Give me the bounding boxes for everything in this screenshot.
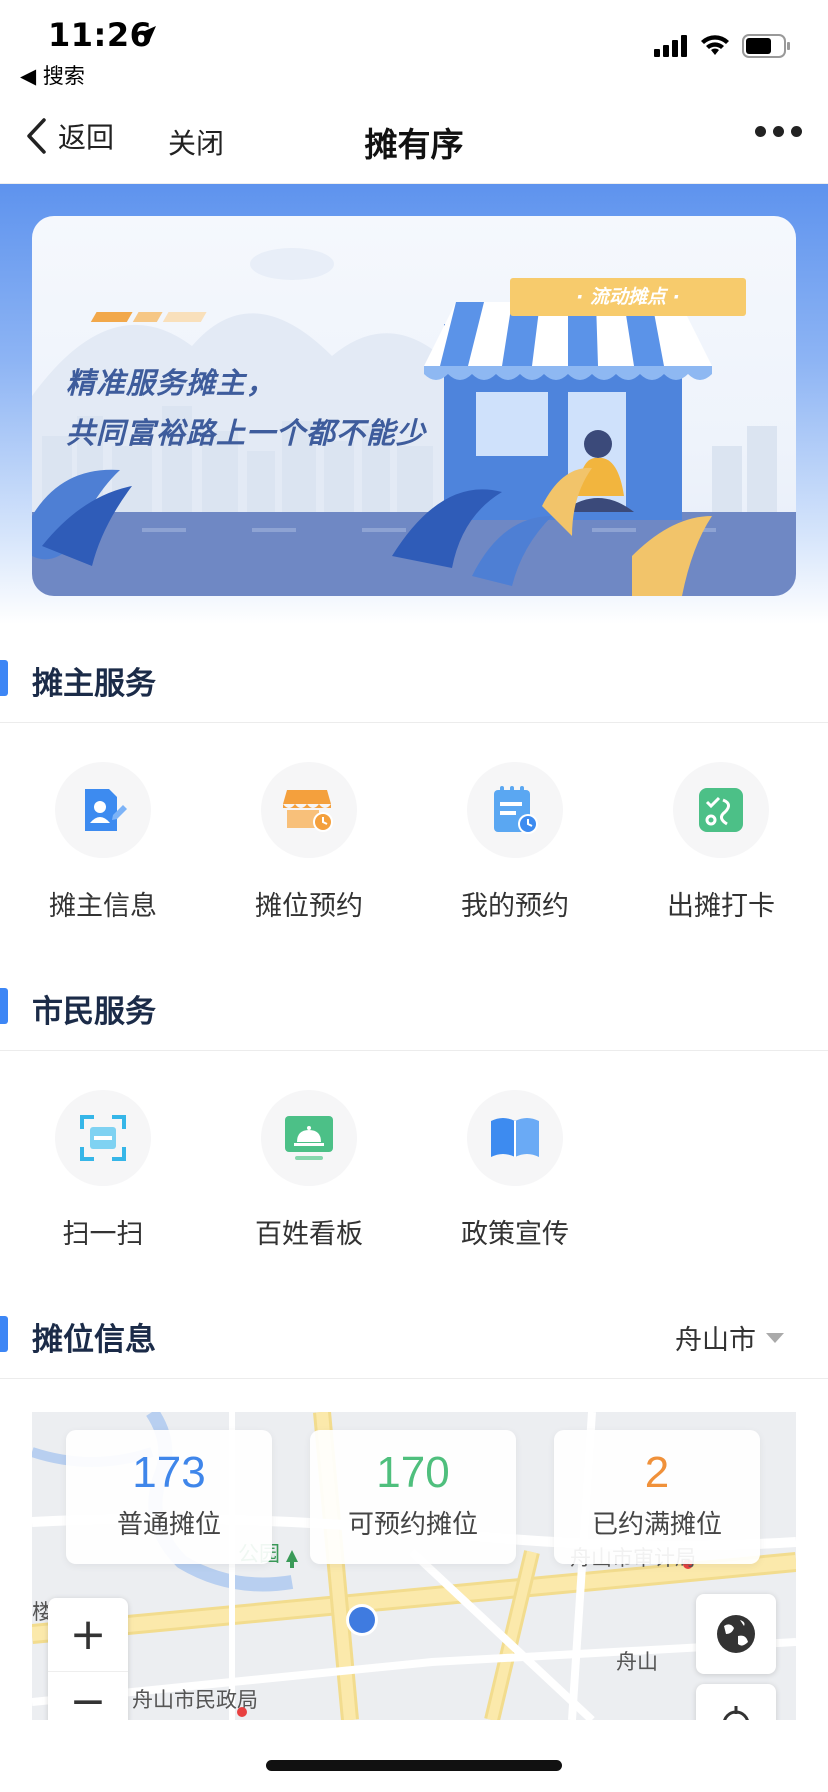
check-in-label: 出摊打卡 (667, 891, 775, 922)
map-label-zhou: 舟山 (616, 1650, 658, 1674)
more-dot-icon (773, 126, 784, 137)
layers-button[interactable] (696, 1594, 776, 1674)
crosshair-icon (723, 1706, 749, 1720)
stat-card-full: 2 已约满摊位 (554, 1430, 760, 1564)
dashboard-label: 百姓看板 (255, 1219, 363, 1250)
stall-info-title: 摊位信息 (32, 1322, 156, 1358)
stat-full-label: 已约满摊位 (591, 1510, 722, 1540)
citizen-services-title: 市民服务 (32, 994, 156, 1030)
locate-button[interactable] (696, 1684, 776, 1720)
more-dot-icon (791, 126, 802, 137)
wifi-icon (701, 35, 729, 55)
section-accent-bar (0, 660, 8, 696)
divider (0, 1378, 828, 1379)
section-accent-bar (0, 1316, 8, 1352)
vendor-info-button[interactable]: 摊主信息 (23, 762, 183, 923)
battery-icon (742, 34, 790, 58)
stall-booking-label: 摊位预约 (255, 891, 363, 922)
stat-bookable-value: 170 (376, 1448, 450, 1497)
more-options-button[interactable] (755, 126, 802, 137)
banner-sign: · 流动摊点 · (510, 278, 746, 316)
zoom-out-button[interactable]: − (48, 1672, 128, 1720)
caret-down-icon (766, 1332, 784, 1343)
stall-booking-button[interactable]: 摊位预约 (229, 762, 389, 923)
navigation-bar: 返回 关闭 摊有序 (0, 96, 828, 184)
location-arrow-icon (136, 24, 158, 50)
my-booking-button[interactable]: 我的预约 (435, 762, 595, 923)
vendor-info-label: 摊主信息 (49, 891, 157, 922)
banner-slogan-line2: 共同富裕路上一个都不能少 (66, 416, 427, 450)
close-button[interactable]: 关闭 (168, 122, 224, 162)
scan-label: 扫一扫 (62, 1219, 144, 1250)
policy-button[interactable]: 政策宣传 (435, 1090, 595, 1251)
globe-icon (717, 1615, 755, 1653)
stat-full-value: 2 (644, 1448, 670, 1497)
vendor-profile-icon (55, 762, 151, 858)
status-icons (654, 34, 792, 58)
dashboard-icon (261, 1090, 357, 1186)
banner-slogan-line1: 精准服务摊主， (66, 366, 277, 400)
vendor-services-header: 摊主服务 (0, 656, 828, 702)
vendor-services-title: 摊主服务 (32, 666, 156, 702)
scan-button[interactable]: 扫一扫 (23, 1090, 183, 1251)
bottom-safe-area (0, 1720, 828, 1792)
back-label: 返回 (58, 121, 115, 154)
divider (0, 1050, 828, 1051)
scan-icon (55, 1090, 151, 1186)
my-booking-label: 我的预约 (461, 891, 569, 922)
stat-regular-value: 173 (132, 1448, 206, 1497)
back-button[interactable]: 返回 (24, 116, 114, 156)
map-label-civil-affairs: 舟山市民政局 (132, 1688, 258, 1712)
back-to-app-link[interactable]: ◀ 搜索 (20, 60, 85, 90)
stall-booking-icon (261, 762, 357, 858)
check-in-button[interactable]: 出摊打卡 (641, 762, 801, 923)
signal-icon (654, 35, 687, 57)
home-indicator[interactable] (266, 1760, 562, 1771)
zoom-in-button[interactable]: + (48, 1598, 128, 1672)
section-accent-bar (0, 988, 8, 1024)
stat-card-regular: 173 普通摊位 (66, 1430, 272, 1564)
stall-map[interactable]: 舟山市民政局 舟山市审计局 公园 楼 舟山 173 普通摊位 170 可预约摊位… (32, 1412, 796, 1720)
banner-slogan: 精准服务摊主， 共同富裕路上一个都不能少 (66, 358, 426, 458)
policy-book-icon (467, 1090, 563, 1186)
city-label: 舟山市 (675, 1325, 756, 1356)
stat-bookable-label: 可预约摊位 (347, 1510, 478, 1540)
chevron-left-icon (27, 118, 46, 154)
my-booking-icon (467, 762, 563, 858)
city-dropdown[interactable]: 舟山市 (675, 1318, 784, 1357)
divider (0, 722, 828, 723)
banner[interactable]: · 流动摊点 · 精准服务摊主， 共同富裕路上一个都不能少 (32, 216, 796, 596)
status-bar: 11:26 ◀ 搜索 (0, 0, 828, 96)
page-title: 摊有序 (364, 125, 464, 164)
dashboard-button[interactable]: 百姓看板 (229, 1090, 389, 1251)
stat-card-bookable: 170 可预约摊位 (310, 1430, 516, 1564)
more-dot-icon (755, 126, 766, 137)
citizen-services-header: 市民服务 (0, 984, 828, 1030)
stat-regular-label: 普通摊位 (116, 1510, 221, 1540)
check-in-icon (673, 762, 769, 858)
zoom-controls: + − (48, 1598, 128, 1720)
policy-label: 政策宣传 (461, 1219, 569, 1250)
